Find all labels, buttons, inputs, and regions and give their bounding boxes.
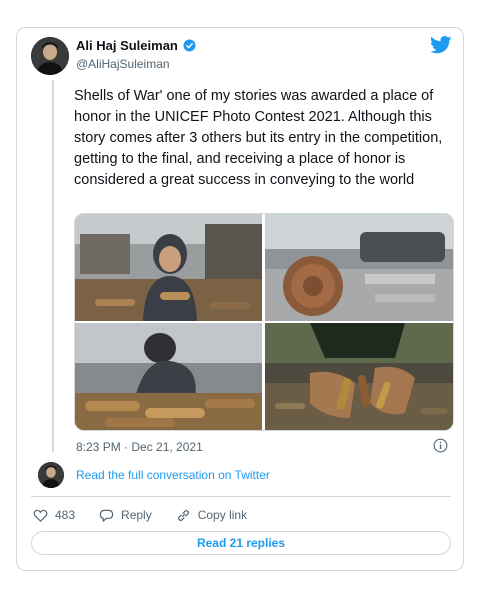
read-replies-button[interactable]: Read 21 replies bbox=[31, 531, 451, 555]
thread-line bbox=[52, 80, 54, 452]
read-conversation-link[interactable]: Read the full conversation on Twitter bbox=[76, 468, 270, 482]
like-count: 483 bbox=[55, 508, 76, 522]
photo-man-sorting-shells[interactable] bbox=[75, 323, 262, 430]
copy-link-button[interactable]: Copy link bbox=[176, 508, 247, 523]
author-name-text: Ali Haj Suleiman bbox=[76, 38, 178, 53]
info-icon[interactable] bbox=[433, 438, 448, 453]
reply-button[interactable]: Reply bbox=[99, 508, 152, 523]
author-name[interactable]: Ali Haj Suleiman bbox=[76, 38, 196, 53]
tweet-timestamp[interactable]: 8:23 PM · Dec 21, 2021 bbox=[76, 440, 203, 454]
action-bar: 483 Reply Copy link bbox=[33, 506, 271, 524]
heart-icon bbox=[33, 509, 48, 522]
photo-grid[interactable] bbox=[74, 213, 454, 431]
like-button[interactable]: 483 bbox=[33, 508, 75, 523]
copy-link-label: Copy link bbox=[197, 508, 248, 522]
photo-scrapyard[interactable] bbox=[265, 214, 453, 321]
photo-child-with-shells[interactable] bbox=[75, 214, 262, 321]
photo-hands-holding-casings[interactable] bbox=[265, 323, 453, 430]
author-handle[interactable]: @AliHajSuleiman bbox=[76, 57, 170, 71]
twitter-bird-icon[interactable] bbox=[430, 36, 452, 54]
tweet-text: Shells of War' one of my stories was awa… bbox=[74, 88, 443, 188]
link-icon bbox=[177, 509, 189, 521]
verified-badge-icon bbox=[183, 39, 196, 52]
conversation-avatar[interactable] bbox=[38, 462, 64, 488]
divider bbox=[31, 496, 451, 497]
author-avatar[interactable] bbox=[31, 37, 69, 75]
reply-icon bbox=[99, 509, 114, 522]
reply-label: Reply bbox=[121, 508, 152, 522]
